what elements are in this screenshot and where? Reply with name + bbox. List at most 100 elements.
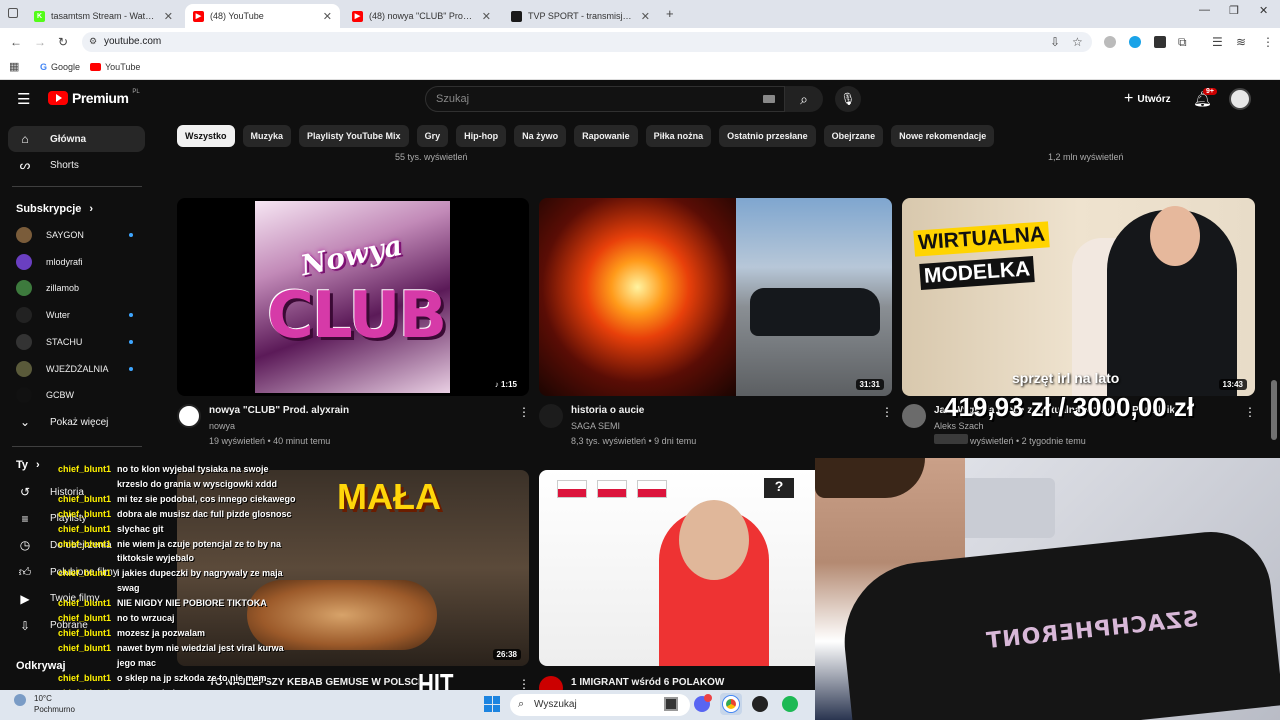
subscription-item[interactable]: zillamob xyxy=(16,278,146,298)
reload-icon[interactable]: ↻ xyxy=(58,35,68,49)
keyboard-icon[interactable] xyxy=(763,95,775,103)
filter-chip[interactable]: Playlisty YouTube Mix xyxy=(299,125,409,147)
spotify-icon[interactable] xyxy=(782,696,798,712)
filter-chip[interactable]: Obejrzane xyxy=(823,125,884,147)
browser-tab[interactable]: ▶ (48) nowya "CLUB" Prod. alyxra ✕ xyxy=(344,4,499,28)
your-videos-icon: ▶ xyxy=(20,591,30,606)
voice-search-button[interactable]: 🎙 xyxy=(835,86,861,112)
video-menu-icon[interactable]: ⋮ xyxy=(1244,405,1256,419)
media-control-icon[interactable]: ≋ xyxy=(1236,35,1246,49)
site-info-icon[interactable]: ⚙ xyxy=(89,36,97,47)
you-header[interactable]: Ty › xyxy=(16,459,40,471)
subscription-item[interactable]: STACHU xyxy=(16,332,146,352)
search-input[interactable]: Szukaj xyxy=(425,86,785,112)
youtube-premium-logo[interactable]: Premium PL xyxy=(48,89,140,106)
apps-grid-icon[interactable]: ▦ xyxy=(9,60,19,73)
filter-chip[interactable]: Nowe rekomendacje xyxy=(891,125,995,147)
filter-chip[interactable]: Gry xyxy=(416,125,449,147)
tab-close-icon[interactable]: ✕ xyxy=(323,10,332,23)
account-avatar[interactable] xyxy=(1229,88,1251,110)
chat-username: chief_blunt1 xyxy=(58,627,112,638)
history-icon: ↺ xyxy=(19,485,31,499)
extension-icon[interactable] xyxy=(1104,36,1116,48)
browser-tab[interactable]: ▶ (48) YouTube ✕ xyxy=(185,4,340,28)
chat-text: no to wrzucaj xyxy=(117,613,175,623)
subscription-item[interactable]: GCBW xyxy=(16,385,146,405)
extensions-puzzle-icon[interactable]: ⧉ xyxy=(1178,35,1187,50)
task-view-icon[interactable] xyxy=(664,697,678,711)
bookmark-google[interactable]: G Google xyxy=(40,62,80,72)
video-title[interactable]: 1 IMIGRANT wśród 6 POLAKÓW xyxy=(571,677,811,688)
close-window-icon[interactable]: ✕ xyxy=(1259,4,1268,17)
chat-username: chief_blunt1 xyxy=(58,523,112,534)
poland-flag-icon xyxy=(637,480,667,498)
browser-tab[interactable]: Ktasamtsm Stream - Watch Live o ✕ xyxy=(26,4,181,28)
filter-chip[interactable]: Na żywo xyxy=(514,125,567,147)
channel-avatar[interactable] xyxy=(177,404,201,428)
tab-search-icon[interactable] xyxy=(8,8,18,18)
video-thumbnail[interactable]: 31:31 xyxy=(539,198,892,396)
channel-avatar[interactable] xyxy=(902,404,926,428)
video-thumbnail[interactable]: Nowya CLUB ♪ 1:15 xyxy=(177,198,529,396)
video-title[interactable]: historia o aucie xyxy=(571,405,861,416)
extension-icon[interactable] xyxy=(1129,36,1141,48)
thumbnail-text: sprzęt irl na lato xyxy=(1012,370,1120,386)
forward-icon[interactable]: → xyxy=(34,35,46,49)
taskbar-search[interactable]: Wyszukaj xyxy=(510,694,690,716)
reading-list-icon[interactable]: ☰ xyxy=(1212,35,1223,49)
sidebar-item-home[interactable]: ⌂ Główna xyxy=(8,126,145,152)
thumbnail-text: CLUB xyxy=(267,279,447,353)
new-tab-button[interactable]: + xyxy=(666,6,674,21)
subscriptions-header[interactable]: Subskrypcje › xyxy=(16,203,93,215)
bookmark-star-icon[interactable]: ☆ xyxy=(1072,35,1083,49)
maximize-icon[interactable]: ❐ xyxy=(1229,4,1239,17)
video-menu-icon[interactable]: ⋮ xyxy=(518,677,530,691)
chat-text: NIE NIGDY NIE POBIORE TIKTOKA xyxy=(117,598,267,609)
search-button[interactable]: ⌕ xyxy=(785,86,823,112)
extension-icon[interactable] xyxy=(1154,36,1166,48)
minimize-icon[interactable]: — xyxy=(1199,4,1210,16)
channel-avatar xyxy=(16,307,32,324)
tab-close-icon[interactable]: ✕ xyxy=(641,10,650,23)
subscription-item[interactable]: WJEŻDŻALNIA xyxy=(16,359,146,379)
tab-close-icon[interactable]: ✕ xyxy=(164,10,173,23)
subscription-item[interactable]: SAYGON xyxy=(16,225,146,245)
bookmark-youtube[interactable]: YouTube xyxy=(90,62,140,72)
chat-username: chief_blunt1 xyxy=(58,508,112,519)
chat-text: tiktoksie wyjebalo xyxy=(117,553,195,564)
filter-chip[interactable]: Hip-hop xyxy=(456,125,507,147)
menu-kebab-icon[interactable]: ⋮ xyxy=(1262,35,1274,49)
subscription-item[interactable]: Wuter xyxy=(16,305,146,325)
obs-icon[interactable] xyxy=(752,696,768,712)
back-icon[interactable]: ← xyxy=(10,35,22,49)
hamburger-menu-icon[interactable]: ☰ xyxy=(17,90,30,108)
video-title[interactable]: nowya "CLUB" Prod. alyxrain xyxy=(209,405,499,416)
channel-name[interactable]: SAGA SEMI xyxy=(571,421,620,431)
video-menu-icon[interactable]: ⋮ xyxy=(518,405,530,419)
chat-message: chief_blunt1 mozesz ja pozwalam xyxy=(58,628,205,638)
subscription-item[interactable]: mlodyrafi xyxy=(16,252,146,272)
video-menu-icon[interactable]: ⋮ xyxy=(881,405,893,419)
notification-dot xyxy=(704,694,712,702)
filter-chip[interactable]: Piłka nożna xyxy=(645,125,712,147)
filter-chip[interactable]: Muzyka xyxy=(242,125,292,147)
filter-chip[interactable]: Rapowanie xyxy=(574,125,638,147)
filter-chip[interactable]: Ostatnio przesłane xyxy=(719,125,816,147)
install-icon[interactable]: ⇩ xyxy=(1050,35,1060,49)
windows-start-icon[interactable] xyxy=(484,696,500,712)
browser-tab[interactable]: TVP SPORT - transmisje, wyniki ✕ xyxy=(503,4,658,28)
channel-name[interactable]: nowya xyxy=(209,421,235,431)
tab-close-icon[interactable]: ✕ xyxy=(482,10,491,23)
youtube-icon xyxy=(90,63,101,71)
chat-message: chief_blunt1swag xyxy=(58,583,140,593)
channel-avatar[interactable] xyxy=(539,404,563,428)
weather-icon[interactable] xyxy=(14,694,26,706)
chat-message: chief_blunt1 NIE NIGDY NIE POBIORE TIKTOK… xyxy=(58,598,267,608)
video-thumbnail[interactable]: WIRTUALNA MODELKA sprzęt irl na lato 13:… xyxy=(902,198,1255,396)
show-more-button[interactable]: ⌄ Pokaż więcej xyxy=(8,409,145,435)
create-button[interactable]: + Utwórz xyxy=(1124,90,1171,108)
filter-chip[interactable]: Wszystko xyxy=(177,125,235,147)
url-field[interactable]: youtube.com xyxy=(82,32,1092,52)
page-scrollbar[interactable] xyxy=(1271,380,1277,440)
sidebar-item-shorts[interactable]: ᔕ Shorts xyxy=(8,152,145,178)
